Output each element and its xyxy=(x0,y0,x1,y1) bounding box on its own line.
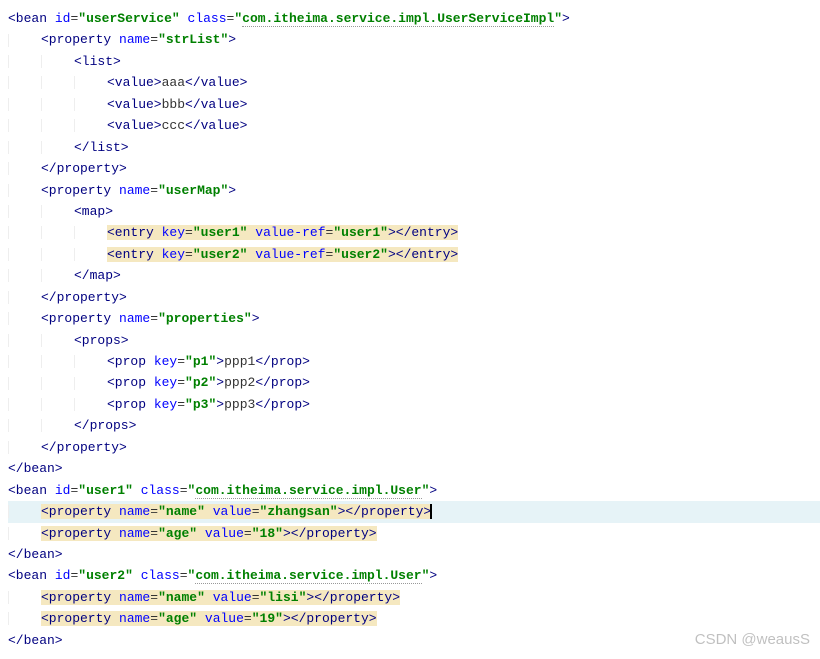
code-line[interactable]: <property name="userMap"> xyxy=(8,180,820,201)
code-line[interactable]: <bean id="user2" class="com.itheima.serv… xyxy=(8,565,820,586)
code-line[interactable]: <bean id="userService" class="com.itheim… xyxy=(8,8,820,29)
code-line[interactable]: <bean id="user1" class="com.itheima.serv… xyxy=(8,480,820,501)
code-line[interactable]: </property> xyxy=(8,158,820,179)
code-editor[interactable]: <bean id="userService" class="com.itheim… xyxy=(8,8,820,651)
code-line[interactable]: </map> xyxy=(8,265,820,286)
code-line[interactable]: </bean> xyxy=(8,458,820,479)
code-line[interactable]: <value>ccc</value> xyxy=(8,115,820,136)
code-line[interactable]: </bean> xyxy=(8,630,820,651)
code-line[interactable]: <value>bbb</value> xyxy=(8,94,820,115)
code-line[interactable]: <props> xyxy=(8,330,820,351)
code-line[interactable]: <property name="age" value="19"></proper… xyxy=(8,608,820,629)
code-line[interactable]: <property name="name" value="zhangsan"><… xyxy=(8,501,820,522)
code-line[interactable]: <property name="properties"> xyxy=(8,308,820,329)
code-line[interactable]: <entry key="user1" value-ref="user1"></e… xyxy=(8,222,820,243)
code-line[interactable]: <list> xyxy=(8,51,820,72)
code-line[interactable]: </bean> xyxy=(8,544,820,565)
code-line[interactable]: <property name="name" value="lisi"></pro… xyxy=(8,587,820,608)
code-line[interactable]: </list> xyxy=(8,137,820,158)
code-line[interactable]: </property> xyxy=(8,437,820,458)
code-line[interactable]: </props> xyxy=(8,415,820,436)
code-line[interactable]: <value>aaa</value> xyxy=(8,72,820,93)
code-line[interactable]: <prop key="p3">ppp3</prop> xyxy=(8,394,820,415)
code-line[interactable]: <map> xyxy=(8,201,820,222)
code-line[interactable]: <entry key="user2" value-ref="user2"></e… xyxy=(8,244,820,265)
code-line[interactable]: <property name="strList"> xyxy=(8,29,820,50)
code-line[interactable]: <prop key="p1">ppp1</prop> xyxy=(8,351,820,372)
code-line[interactable]: <prop key="p2">ppp2</prop> xyxy=(8,372,820,393)
code-line[interactable]: </property> xyxy=(8,287,820,308)
code-line[interactable]: <property name="age" value="18"></proper… xyxy=(8,523,820,544)
